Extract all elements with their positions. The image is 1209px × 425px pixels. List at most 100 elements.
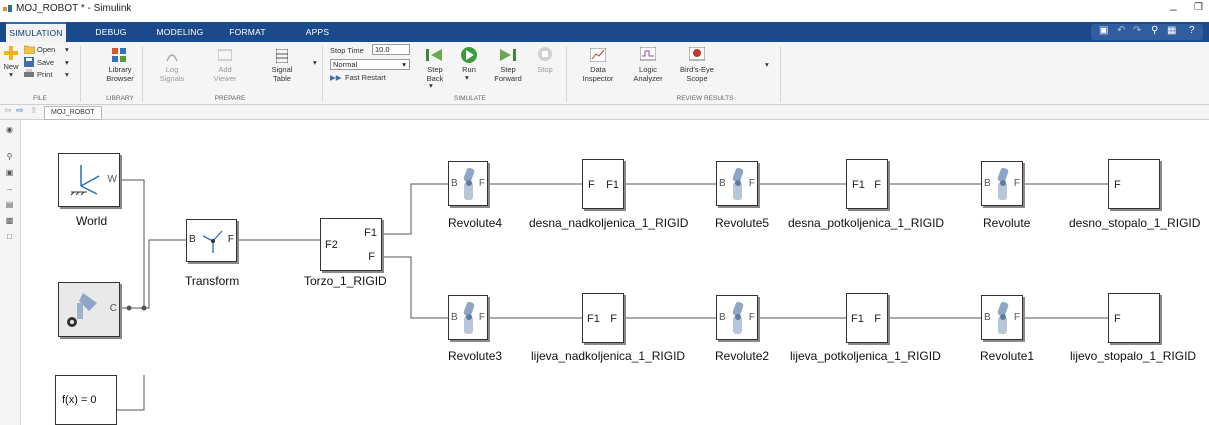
stop-button[interactable]: Stop <box>532 65 558 74</box>
title-bar: MOJ_ROBOT * - Simulink – ❐ <box>0 0 1209 22</box>
tab-modeling[interactable]: MODELING <box>150 22 210 42</box>
transform-label[interactable]: Transform <box>185 274 239 288</box>
redo-icon[interactable]: ↷ <box>1133 25 1141 36</box>
maximize-icon[interactable]: ❐ <box>1194 2 1203 13</box>
run-dropdown-icon[interactable]: ▾ <box>465 73 469 82</box>
simulink-app-icon <box>3 5 12 12</box>
torzo-rigid-block[interactable]: F1 F2 F <box>320 218 382 271</box>
add-viewer-icon <box>218 49 232 61</box>
up-arrow-icon[interactable]: ⇧ <box>30 105 38 116</box>
step-forward-icon <box>500 49 516 61</box>
search-icon[interactable]: ⚲ <box>1151 25 1158 36</box>
revolute5-label[interactable]: Revolute5 <box>715 216 769 230</box>
library-browser-button[interactable]: Library Browser <box>100 65 140 83</box>
prepare-expand-icon[interactable]: ▾ <box>313 58 317 67</box>
revolute4-label[interactable]: Revolute4 <box>448 216 502 230</box>
step-back-button[interactable]: Step Back <box>420 65 450 83</box>
data-inspector-button[interactable]: Data Inspector <box>578 65 618 83</box>
help-icon[interactable]: ? <box>1189 25 1195 36</box>
lijevo-stopalo-port-in: F <box>1114 313 1121 325</box>
print-dropdown-icon[interactable]: ▾ <box>65 70 69 79</box>
rigid-transform-block[interactable]: B F <box>186 219 237 262</box>
fit-to-view-icon[interactable]: ▣ <box>4 168 15 177</box>
desna-potkoljenica-block[interactable]: F1 F <box>846 159 888 209</box>
save-icon <box>24 57 34 67</box>
open-button[interactable]: Open <box>37 45 55 54</box>
lijeva-potkoljenica-label[interactable]: lijeva_potkoljenica_1_RIGID <box>790 349 941 363</box>
layout-icon[interactable]: ▦ <box>1167 25 1176 36</box>
tab-simulation[interactable]: SIMULATION <box>6 22 66 42</box>
lijevo-stopalo-block[interactable]: F <box>1108 293 1160 343</box>
print-button[interactable]: Print <box>37 70 52 79</box>
annotation-icon[interactable]: ▤ <box>4 200 15 209</box>
desna-potkoljenica-label[interactable]: desna_potkoljenica_1_RIGID <box>788 216 944 230</box>
logic-analyzer-button[interactable]: Logic Analyzer <box>628 65 668 83</box>
breadcrumb[interactable]: MOJ_ROBOT <box>44 106 102 120</box>
run-button[interactable]: Run <box>456 65 482 74</box>
transform-port-b: B <box>189 234 196 245</box>
desno-stopalo-block[interactable]: F <box>1108 159 1160 209</box>
tab-debug[interactable]: DEBUG <box>86 22 136 42</box>
lijeva-nadkoljenica-label[interactable]: lijeva_nadkoljenica_1_RIGID <box>531 349 685 363</box>
step-forward-button[interactable]: Step Forward <box>492 65 524 83</box>
model-canvas[interactable]: W World C f(x) = 0 B F Transform F1 F2 F… <box>21 120 1209 425</box>
save-button[interactable]: Save <box>37 58 54 67</box>
step-back-dropdown-icon[interactable]: ▾ <box>429 81 433 90</box>
revolute-block[interactable]: B F <box>981 161 1023 206</box>
review-group-label: REVIEW RESULTS <box>676 95 734 102</box>
simulation-mode-value: Normal <box>333 60 358 69</box>
fx-solver-block[interactable]: f(x) = 0 <box>55 375 117 425</box>
zoom-icon[interactable]: ⚲ <box>4 152 15 161</box>
log-signals-button[interactable]: Log Signals <box>152 65 192 83</box>
desno-stopalo-label[interactable]: desno_stopalo_1_RIGID <box>1069 216 1200 230</box>
arrow-icon[interactable]: → <box>4 184 15 193</box>
review-expand-icon[interactable]: ▾ <box>765 60 769 69</box>
revolute2-port-b: B <box>719 312 726 323</box>
revolute5-block[interactable]: B F <box>716 161 758 206</box>
save-dropdown-icon[interactable]: ▾ <box>65 58 69 67</box>
ribbon-separator <box>566 46 567 102</box>
torzo-label[interactable]: Torzo_1_RIGID <box>304 274 387 288</box>
save-quick-icon[interactable]: ▣ <box>1099 25 1108 36</box>
chevron-down-icon: ▾ <box>402 60 406 69</box>
desna-nadkoljenica-label[interactable]: desna_nadkoljenica_1_RIGID <box>529 216 688 230</box>
revolute-label[interactable]: Revolute <box>983 216 1030 230</box>
signal-table-button[interactable]: Signal Table <box>262 65 302 83</box>
world-label[interactable]: World <box>76 214 107 228</box>
revolute3-block[interactable]: B F <box>448 295 488 340</box>
add-viewer-button[interactable]: Add Viewer <box>205 65 245 83</box>
area-icon[interactable]: □ <box>4 232 15 241</box>
stop-time-label: Stop Time <box>330 46 364 55</box>
lijeva-potkoljenica-block[interactable]: F1 F <box>846 293 888 343</box>
forward-arrow-icon[interactable]: ⇨ <box>16 105 24 116</box>
hide-show-browser-icon[interactable]: ◉ <box>4 125 15 134</box>
transform-port-f: F <box>227 234 234 245</box>
revolute2-block[interactable]: B F <box>716 295 758 340</box>
minimize-icon[interactable]: – <box>1170 2 1177 16</box>
desna-nadkoljenica-block[interactable]: F F1 <box>582 159 624 209</box>
revolute3-port-f: F <box>478 312 485 323</box>
back-arrow-icon[interactable]: ⇦ <box>4 105 12 116</box>
simulation-mode-select[interactable]: Normal ▾ <box>330 59 410 70</box>
revolute1-block[interactable]: B F <box>981 295 1023 340</box>
revolute-joint-icon <box>997 167 1009 200</box>
birds-eye-scope-button[interactable]: Bird's-Eye Scope <box>677 65 717 83</box>
revolute3-label[interactable]: Revolute3 <box>448 349 502 363</box>
stop-time-input[interactable]: 10.0 <box>372 44 410 55</box>
revolute2-label[interactable]: Revolute2 <box>715 349 769 363</box>
solver-configuration-block[interactable]: C <box>58 282 120 337</box>
lijevo-stopalo-label[interactable]: lijevo_stopalo_1_RIGID <box>1070 349 1196 363</box>
revolute-joint-icon <box>463 301 475 334</box>
tab-format[interactable]: FORMAT <box>220 22 275 42</box>
revolute1-label[interactable]: Revolute1 <box>980 349 1034 363</box>
image-icon[interactable]: ▩ <box>4 216 15 225</box>
open-dropdown-icon[interactable]: ▾ <box>65 45 69 54</box>
undo-icon[interactable]: ↶ <box>1117 25 1125 36</box>
lijeva-nadkoljenica-block[interactable]: F1 F <box>582 293 624 343</box>
world-frame-block[interactable]: W <box>58 153 120 207</box>
tab-apps[interactable]: APPS <box>295 22 340 42</box>
fast-restart-button[interactable]: Fast Restart <box>345 73 386 82</box>
revolute4-block[interactable]: B F <box>448 161 488 206</box>
toolstrip-tabs: SIMULATION DEBUG MODELING FORMAT APPS ▣ … <box>0 22 1209 42</box>
new-dropdown-icon[interactable]: ▾ <box>0 70 22 79</box>
